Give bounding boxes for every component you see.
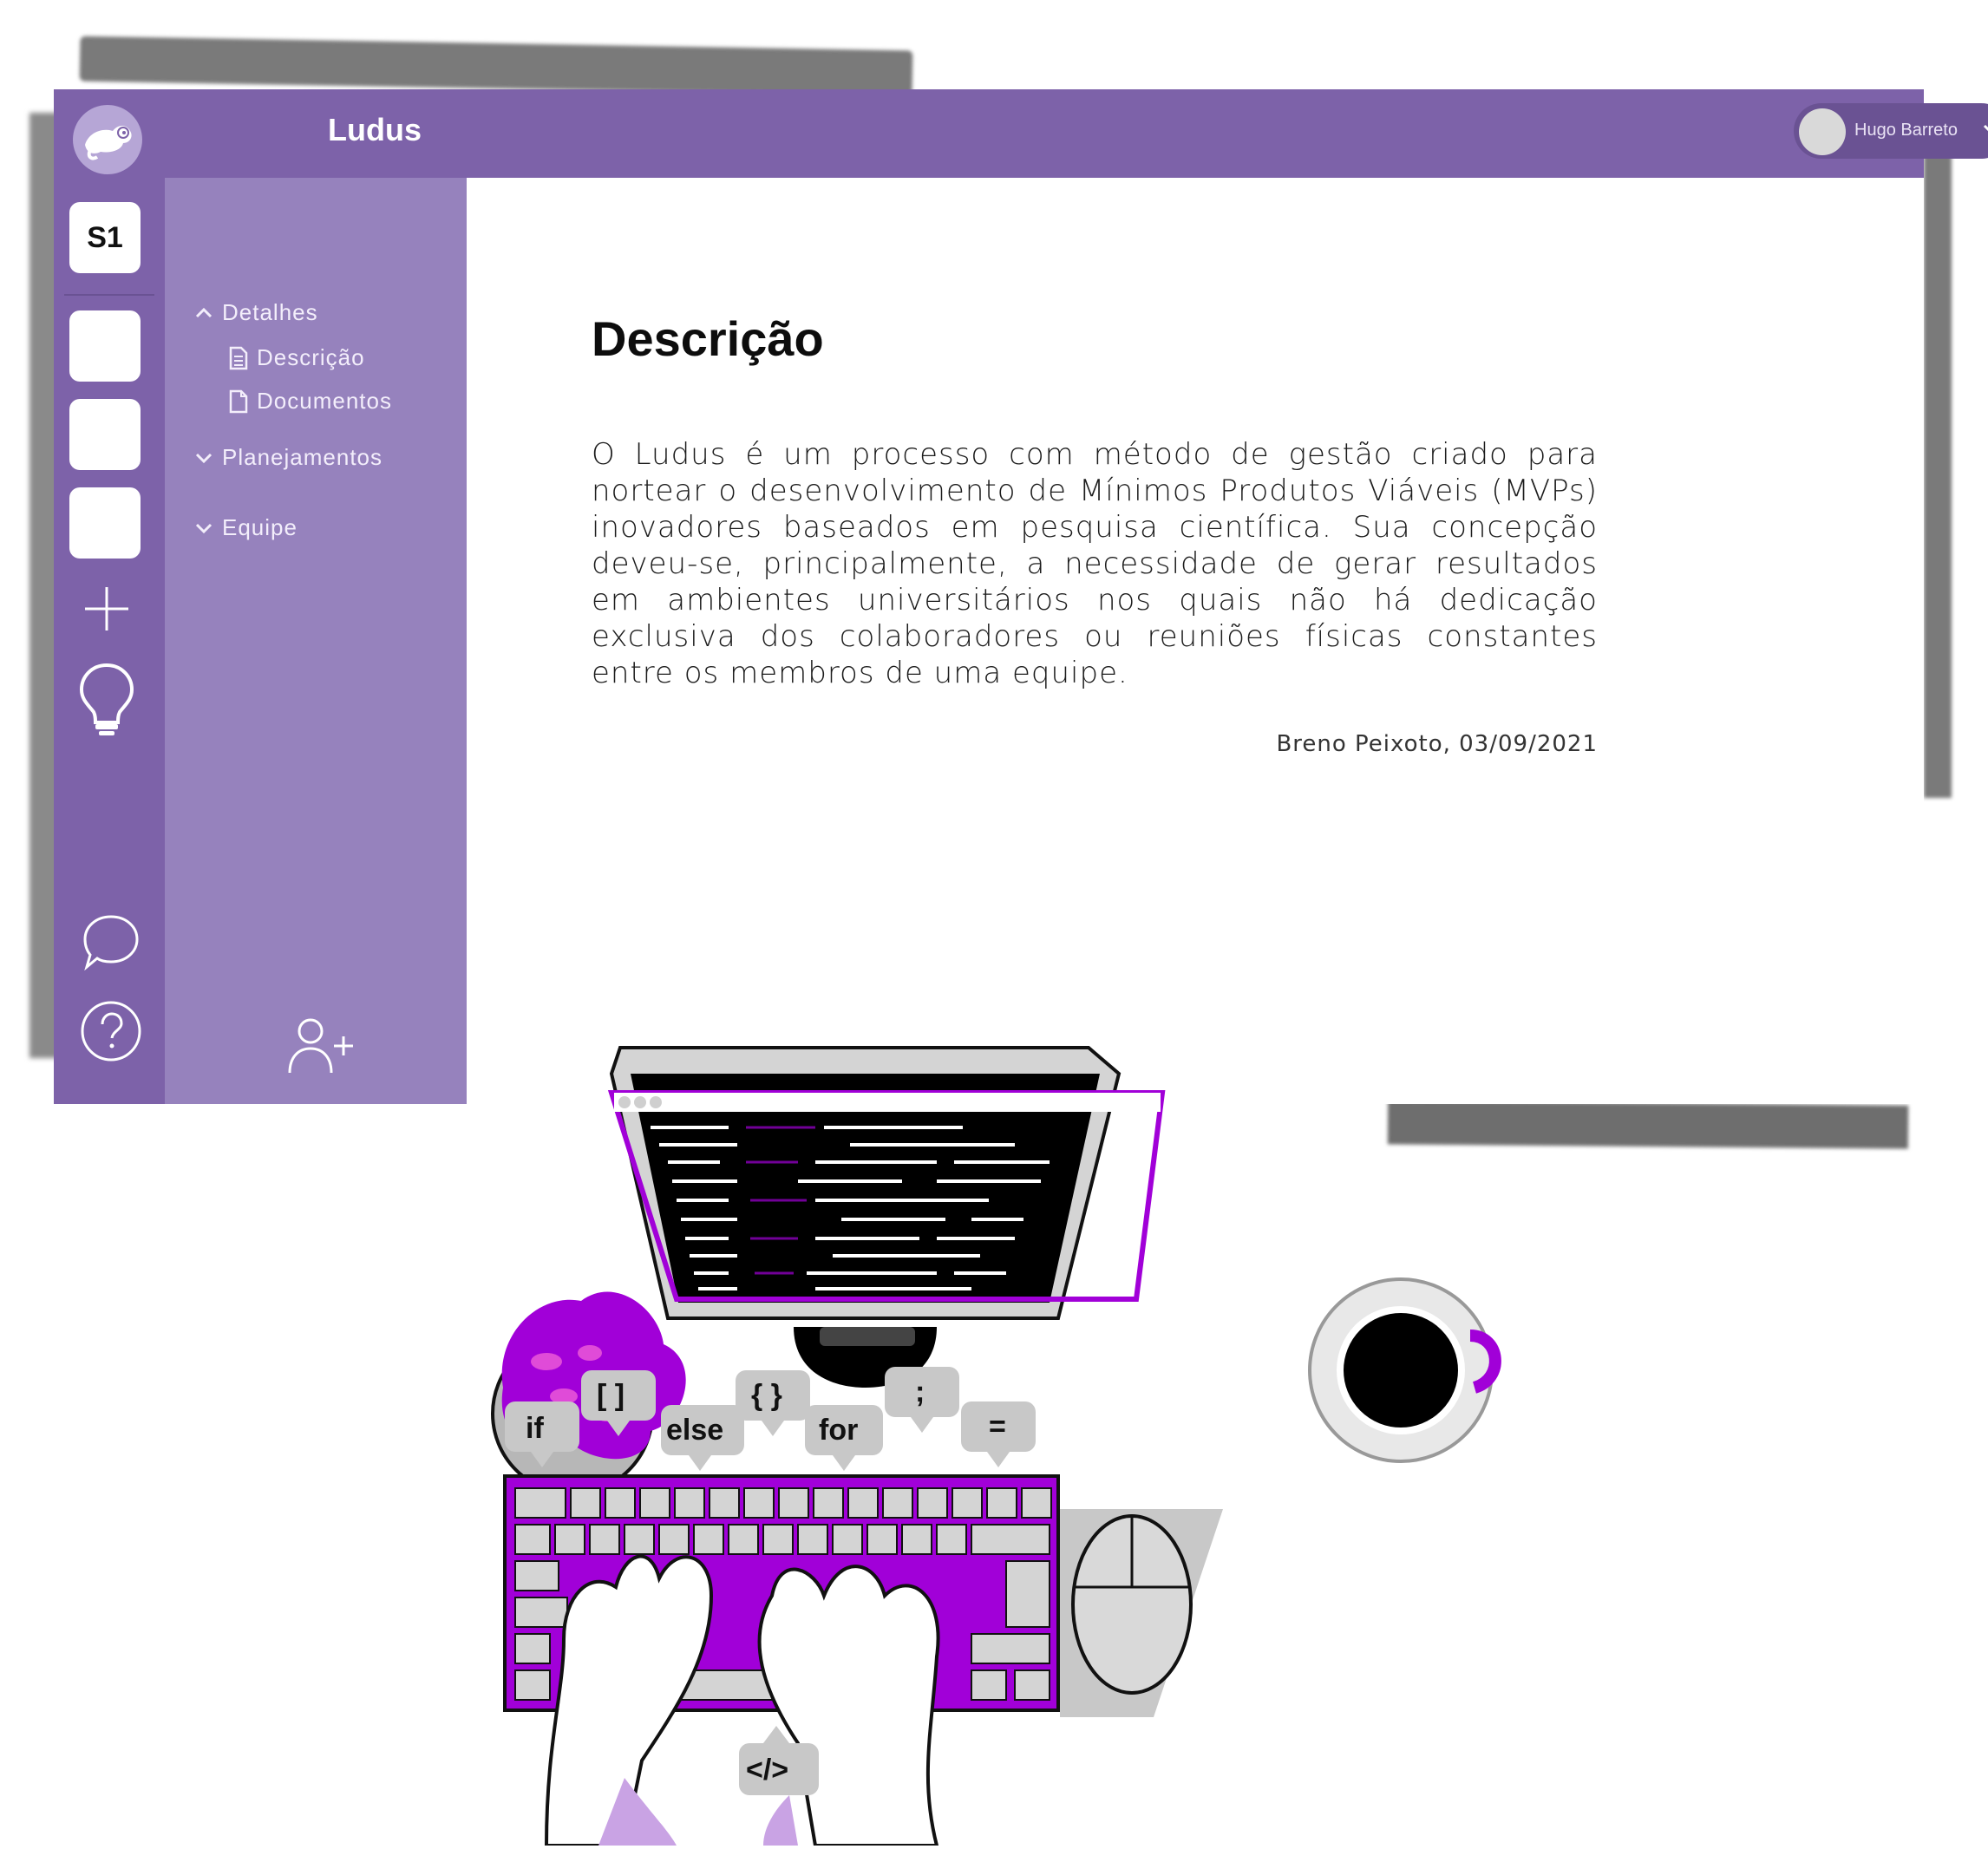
code-bubble-equals: = (961, 1401, 1036, 1467)
sidebar: Detalhes Descrição Documentos Planejamen… (165, 178, 467, 1104)
add-workspace-icon[interactable] (83, 585, 130, 636)
sidebar-section-label: Planejamentos (222, 444, 383, 470)
code-bubble-text: </> (746, 1754, 788, 1787)
chevron-up-icon (195, 307, 213, 317)
document-icon (229, 389, 248, 413)
code-bubble-text: = (989, 1410, 1006, 1443)
app-window: S1 Ludus Hugo Barreto Detalhes Descrição… (54, 89, 1988, 1104)
chevron-down-icon (1981, 119, 1988, 141)
sidebar-section-planejamentos[interactable]: Planejamentos (194, 444, 383, 471)
app-title: Ludus (328, 112, 422, 147)
document-text-icon (229, 346, 248, 369)
code-bubble-else: else (661, 1405, 744, 1471)
workspace-tile-3[interactable] (69, 487, 141, 559)
workspace-tile-2[interactable] (69, 399, 141, 470)
lightbulb-icon[interactable] (76, 662, 137, 740)
icon-rail: S1 (54, 89, 165, 1104)
sidebar-item-descricao[interactable]: Descrição (229, 344, 365, 371)
description-text: O Ludus é um processo com método de gest… (592, 437, 1598, 690)
code-bubble-text: [ ] (597, 1379, 625, 1412)
sidebar-item-documentos[interactable]: Documentos (229, 388, 392, 415)
add-member-icon[interactable] (286, 1016, 356, 1080)
sidebar-section-detalhes[interactable]: Detalhes (194, 299, 318, 326)
author-signature: Breno Peixoto, 03/09/2021 (1276, 731, 1598, 757)
sidebar-section-label: Equipe (222, 514, 298, 540)
window-shadow-top (79, 36, 913, 96)
chameleon-logo-icon[interactable] (73, 105, 142, 174)
user-menu-button[interactable]: Hugo Barreto (1794, 103, 1988, 159)
user-name: Hugo Barreto (1854, 121, 1958, 140)
code-bubble-braces: { } (736, 1370, 810, 1436)
avatar (1799, 108, 1846, 155)
sidebar-item-label: Documentos (257, 388, 392, 414)
chat-icon[interactable] (82, 913, 141, 974)
code-bubble-text: for (819, 1414, 858, 1447)
sidebar-section-equipe[interactable]: Equipe (194, 514, 298, 541)
help-icon[interactable] (80, 1000, 142, 1066)
code-bubble-text: { } (751, 1379, 782, 1412)
page-title: Descrição (592, 311, 824, 366)
code-bubble-text: if (526, 1412, 544, 1445)
code-bubble-semicolon: ; (885, 1367, 959, 1433)
code-bubble-text: ; (915, 1375, 925, 1408)
sidebar-section-label: Detalhes (222, 299, 318, 325)
chevron-down-icon (195, 453, 213, 463)
sidebar-item-label: Descrição (257, 344, 365, 370)
workspace-label: S1 (87, 220, 123, 254)
workspace-tile-1[interactable] (69, 310, 141, 382)
top-bar: Ludus Hugo Barreto (165, 89, 1988, 178)
workspace-s1-button[interactable]: S1 (69, 202, 141, 273)
chevron-down-icon (195, 523, 213, 533)
code-bubble-text: else (666, 1414, 723, 1447)
rail-divider (64, 294, 154, 296)
code-bubble-for: for (805, 1405, 883, 1471)
window-shadow-right (1924, 139, 1952, 798)
developer-desk-illustration: if [ ] else { } for ; = </> (451, 1032, 1544, 1847)
